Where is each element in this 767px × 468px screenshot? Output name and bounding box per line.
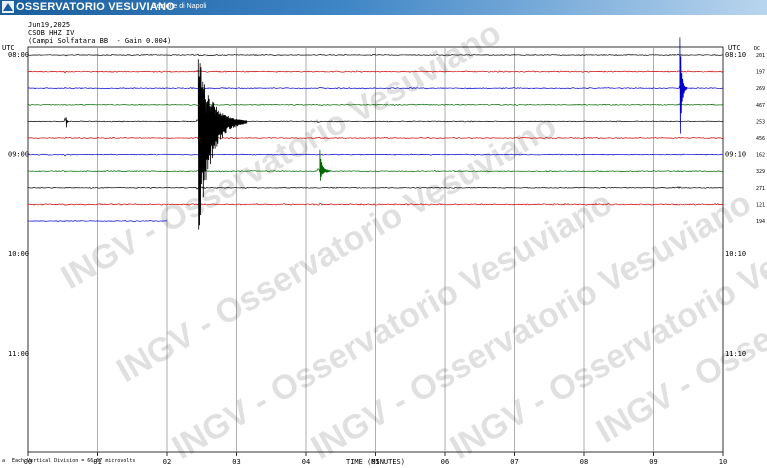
footer-mark: a xyxy=(2,458,5,464)
x-tick-label-06: 06 xyxy=(441,458,449,466)
dc-offset-0: 201 xyxy=(756,53,765,59)
dc-offset-5: 456 xyxy=(756,136,765,142)
x-tick-label-10: 10 xyxy=(719,458,727,466)
left-time-08:00: 08:00 xyxy=(8,51,29,59)
dc-offset-10: 194 xyxy=(756,219,765,225)
seismogram-page: OSSERVATORIO VESUVIANO Sezione di Napoli… xyxy=(0,0,767,468)
left-time-11:00: 11:00 xyxy=(8,350,29,358)
right-time-09:10: 09:10 xyxy=(725,151,746,159)
x-tick-label-08: 08 xyxy=(580,458,588,466)
dc-offset-4: 253 xyxy=(756,119,765,125)
right-time-10:10: 10:10 xyxy=(725,250,746,258)
x-tick-label-02: 02 xyxy=(163,458,171,466)
x-tick-label-07: 07 xyxy=(510,458,518,466)
dc-offset-6: 162 xyxy=(756,153,765,159)
left-time-10:00: 10:00 xyxy=(8,250,29,258)
dc-offset-3: 467 xyxy=(756,103,765,109)
x-tick-label-03: 03 xyxy=(232,458,240,466)
footer-note: Each Vertical Division = 66.67 microvolt… xyxy=(12,458,135,464)
x-tick-label-04: 04 xyxy=(302,458,310,466)
dc-offset-7: 329 xyxy=(756,169,765,175)
dc-offset-2: 269 xyxy=(756,86,765,92)
watermark-text: INGV - Osservatorio Vesuviano xyxy=(55,14,508,297)
dc-offset-1: 197 xyxy=(756,70,765,76)
dc-offset-9: 121 xyxy=(756,202,765,208)
right-time-08:10: 08:10 xyxy=(725,51,746,59)
dc-offset-8: 271 xyxy=(756,186,765,192)
event-spike-1 xyxy=(679,37,688,134)
dc-unit-label: DC xyxy=(754,46,760,52)
seismogram-chart: 00 01 02 03 04 05 06 07 08 09 10TIME (MINUTES)UTC U… xyxy=(2,14,767,467)
x-tick-label-09: 09 xyxy=(649,458,657,466)
x-axis-label: TIME (MINUTES) xyxy=(346,458,405,466)
event-spike-3 xyxy=(65,117,69,128)
left-time-09:00: 09:00 xyxy=(8,151,29,159)
